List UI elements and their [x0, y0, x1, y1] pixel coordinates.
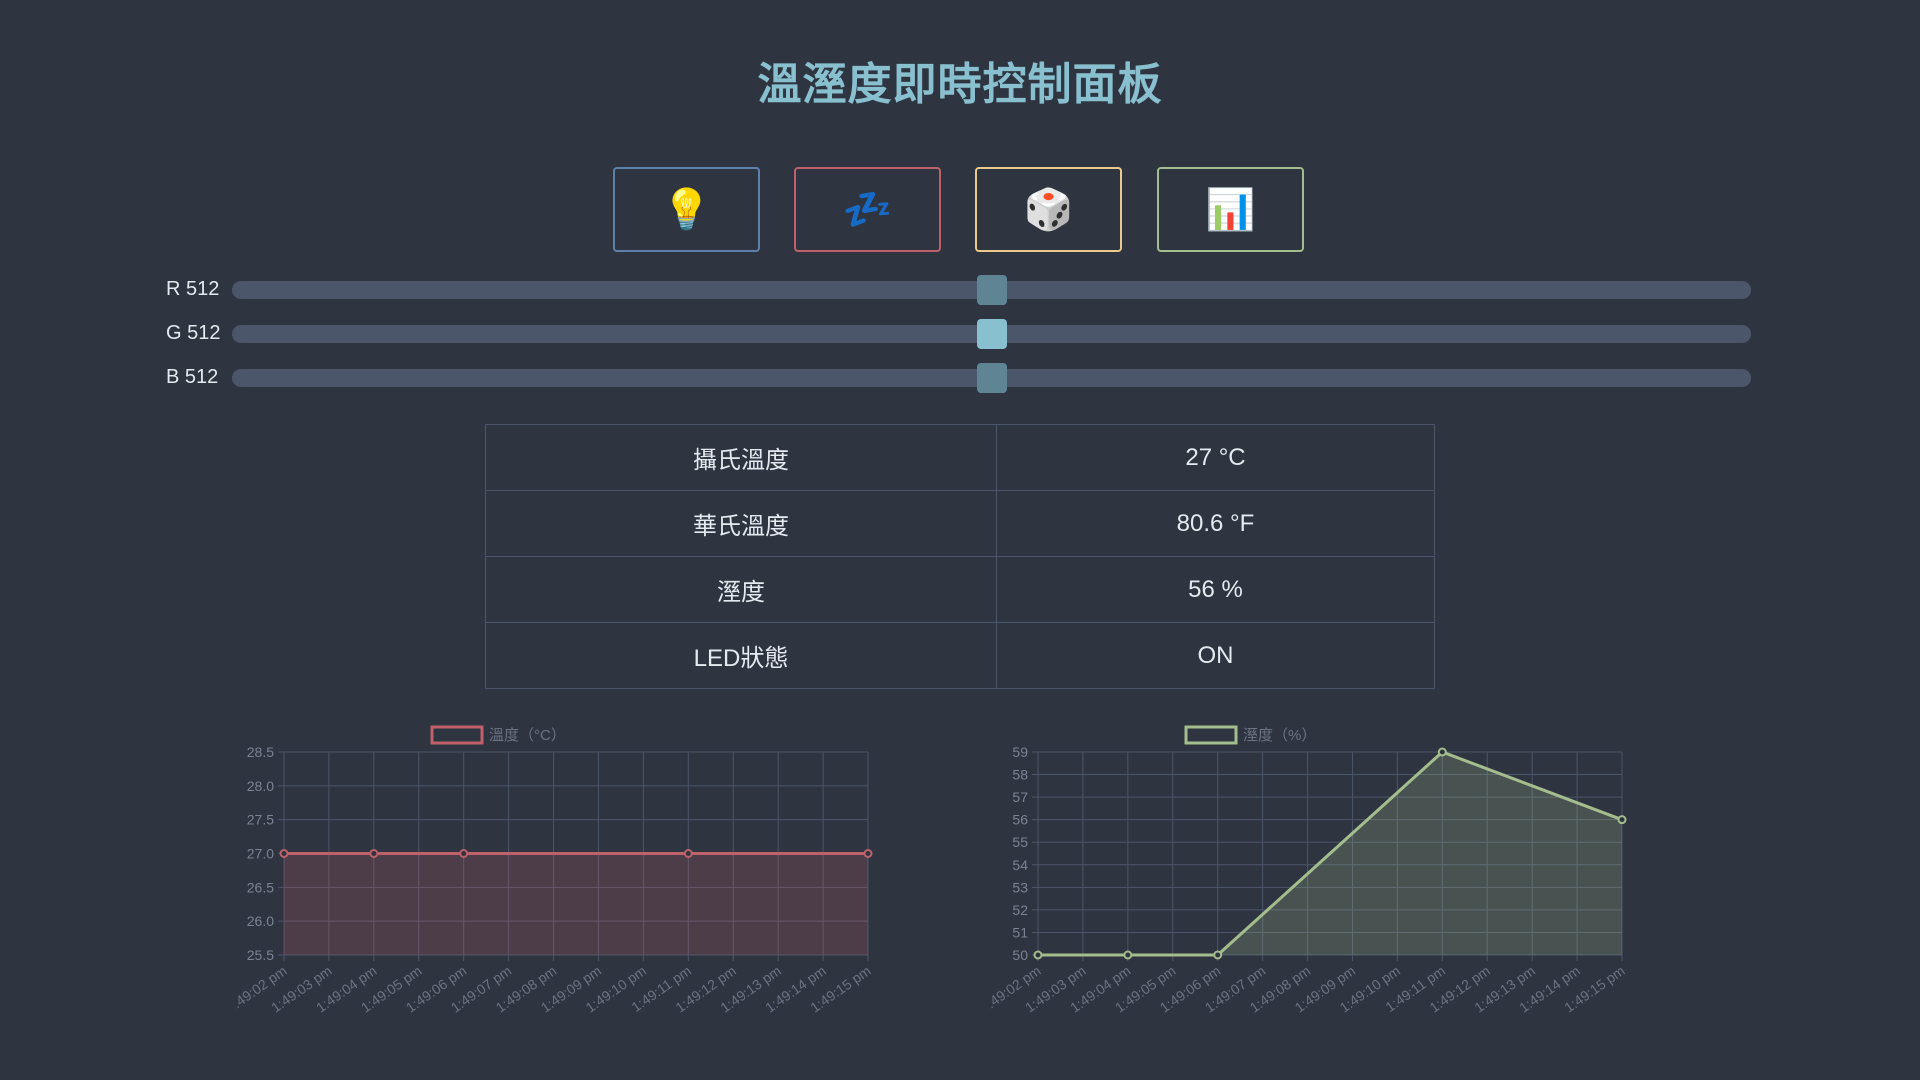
- page-title: 溫溼度即時控制面板: [757, 59, 1163, 110]
- table-row: 攝氏溫度 27 °C: [485, 424, 1435, 491]
- data-point[interactable]: [1033, 950, 1043, 960]
- y-tick-label: 26.0: [247, 913, 274, 929]
- reading-label: LED狀態: [485, 622, 997, 689]
- legend-swatch: [430, 725, 484, 745]
- readings-table: 攝氏溫度 27 °C 華氏溫度 80.6 °F 溼度 56 % LED狀態 ON: [485, 424, 1435, 689]
- chart-legend[interactable]: 溫度（°C）: [430, 725, 566, 745]
- reading-value: ON: [996, 622, 1435, 689]
- y-tick-label: 50: [1012, 947, 1028, 963]
- data-point[interactable]: [1617, 815, 1627, 825]
- slider-blue-thumb[interactable]: [977, 363, 1007, 393]
- table-row: LED狀態 ON: [485, 622, 1435, 689]
- y-tick-label: 28.5: [247, 744, 274, 760]
- chart-legend[interactable]: 溼度（%）: [1184, 725, 1316, 745]
- bar-chart-icon: 📊: [1205, 186, 1256, 233]
- chart-svg: 溼度（%）595857565554535251501:49:02 pm1:49:…: [977, 725, 1628, 1016]
- legend-label: 溼度（%）: [1243, 727, 1316, 744]
- legend-swatch: [1184, 725, 1238, 745]
- y-tick-label: 59: [1012, 744, 1028, 760]
- data-point[interactable]: [279, 849, 289, 858]
- y-tick-label: 26.5: [247, 879, 274, 895]
- y-tick-label: 27.0: [247, 846, 274, 862]
- lightbulb-icon: 💡: [661, 186, 712, 233]
- table-row: 溼度 56 %: [485, 556, 1435, 623]
- light-toggle-button[interactable]: 💡: [613, 167, 760, 252]
- y-tick-label: 52: [1012, 902, 1028, 918]
- humidity-chart: 溼度（%） 59 58 57 56 55 54 53 52 51 50 1:49:02 pm 1:49:…: [977, 712, 1680, 1046]
- slider-red-label: R 512: [166, 278, 220, 300]
- slider-blue-track[interactable]: [232, 363, 1751, 393]
- slider-green-thumb[interactable]: [977, 319, 1007, 349]
- slider-green-label: G 512: [166, 322, 221, 344]
- reading-label: 華氏溫度: [485, 490, 997, 557]
- slider-green-track[interactable]: [232, 319, 1751, 349]
- data-point[interactable]: [1123, 950, 1133, 960]
- dice-icon: 🎲: [1023, 186, 1074, 233]
- series-area: [284, 853, 868, 955]
- slider-red-track[interactable]: [232, 275, 1751, 305]
- reading-value: 56 %: [996, 556, 1435, 623]
- y-tick-label: 58: [1012, 767, 1028, 783]
- y-tick-label: 28.0: [247, 778, 274, 794]
- legend-label: 溫度（°C）: [489, 727, 566, 744]
- data-point[interactable]: [863, 849, 873, 858]
- chart-svg: 溫度（°C）28.528.027.527.026.526.025.51:49:0…: [223, 725, 874, 1016]
- chart-button[interactable]: 📊: [1157, 167, 1304, 252]
- data-point[interactable]: [683, 849, 693, 858]
- reading-label: 攝氏溫度: [485, 424, 997, 491]
- y-tick-label: 56: [1012, 812, 1028, 828]
- y-tick-label: 27.5: [247, 812, 274, 828]
- y-tick-label: 25.5: [247, 947, 274, 963]
- random-color-button[interactable]: 🎲: [975, 167, 1122, 252]
- slider-red-thumb[interactable]: [977, 275, 1007, 305]
- y-tick-label: 54: [1012, 857, 1028, 873]
- data-point[interactable]: [1213, 950, 1223, 960]
- y-tick-label: 55: [1012, 834, 1028, 850]
- data-point[interactable]: [1437, 747, 1447, 757]
- slider-blue-label: B 512: [166, 366, 219, 388]
- reading-value: 27 °C: [996, 424, 1435, 491]
- reading-label: 溼度: [485, 556, 997, 623]
- data-point[interactable]: [369, 849, 379, 858]
- data-point[interactable]: [459, 849, 469, 858]
- temperature-chart: 溫度（°C） 28.5 28.0 27.5 27.0 26.5 26.0 25.5 1:49:0…: [223, 712, 926, 1046]
- zzz-icon: 💤: [842, 186, 893, 233]
- y-tick-label: 57: [1012, 789, 1028, 805]
- table-row: 華氏溫度 80.6 °F: [485, 490, 1435, 557]
- reading-value: 80.6 °F: [996, 490, 1435, 557]
- sleep-button[interactable]: 💤: [794, 167, 941, 252]
- y-tick-label: 51: [1012, 924, 1028, 940]
- y-tick-label: 53: [1012, 879, 1028, 895]
